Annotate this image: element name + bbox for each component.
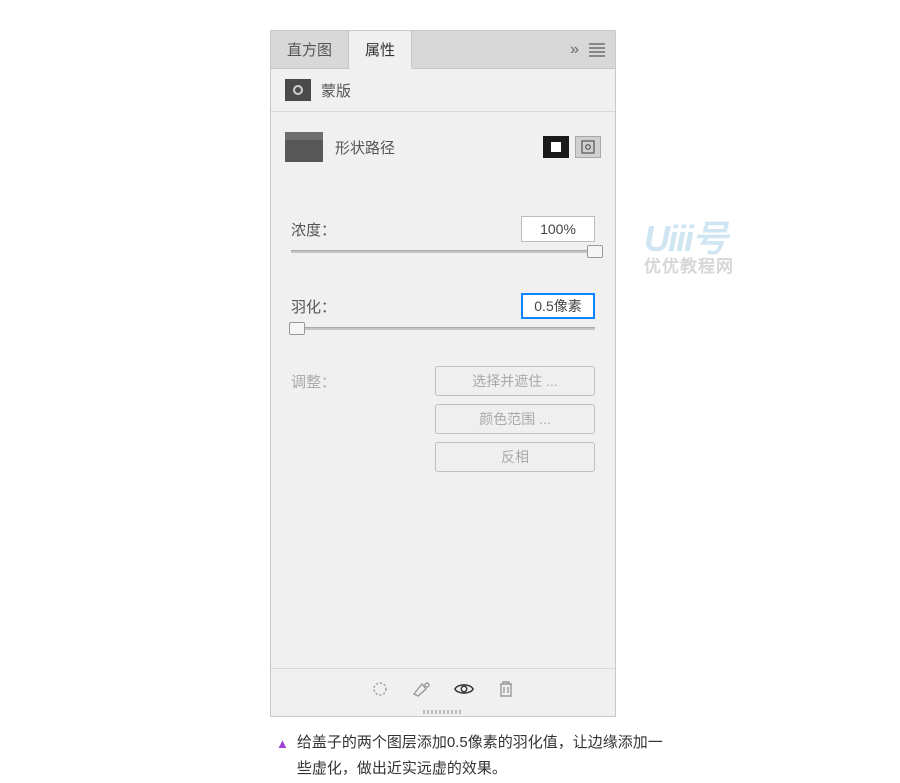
vector-mask-button[interactable] [575, 136, 601, 158]
apply-mask-icon[interactable] [412, 679, 432, 699]
tab-bar: 直方图 属性 » [271, 31, 615, 69]
color-range-button[interactable]: 颜色范围 ... [435, 404, 595, 434]
select-and-mask-button[interactable]: 选择并遮住 ... [435, 366, 595, 396]
shape-path-row: 形状路径 [271, 112, 615, 186]
caption: ▲ 给盖子的两个图层添加0.5像素的羽化值，让边缘添加一些虚化，做出近实远虚的效… [276, 730, 676, 781]
trash-icon[interactable] [496, 679, 516, 699]
pixel-mask-button[interactable] [543, 136, 569, 158]
feather-slider-thumb[interactable] [289, 322, 305, 335]
tab-histogram[interactable]: 直方图 [271, 31, 349, 68]
panel-menu-icon[interactable] [589, 43, 605, 57]
feather-slider[interactable] [291, 327, 595, 330]
tab-properties[interactable]: 属性 [349, 31, 412, 69]
caption-marker-icon: ▲ [276, 733, 289, 755]
watermark-subtitle: 优优教程网 [644, 252, 734, 277]
panel-resize-grip[interactable] [271, 708, 615, 716]
mask-chip-icon [285, 79, 311, 101]
density-slider-thumb[interactable] [587, 245, 603, 258]
density-slider[interactable] [291, 250, 595, 253]
collapse-icon[interactable]: » [570, 41, 579, 59]
density-input[interactable]: 100% [521, 216, 595, 242]
adjust-row: 调整： 选择并遮住 ... 颜色范围 ... 反相 [271, 366, 615, 472]
density-row: 浓度： 100% [271, 216, 615, 242]
density-label: 浓度： [291, 219, 361, 240]
feather-label: 羽化： [291, 296, 361, 317]
invert-button[interactable]: 反相 [435, 442, 595, 472]
visibility-eye-icon[interactable] [454, 679, 474, 699]
panel-footer [271, 668, 615, 708]
adjust-label: 调整： [291, 366, 361, 392]
shape-path-label: 形状路径 [335, 137, 531, 158]
shape-thumb-icon [285, 132, 323, 162]
properties-panel: 直方图 属性 » 蒙版 形状路径 浓度： 100% 羽化： 0.5像素 [270, 30, 616, 717]
caption-text: 给盖子的两个图层添加0.5像素的羽化值，让边缘添加一些虚化，做出近实远虚的效果。 [297, 730, 676, 781]
mask-label: 蒙版 [321, 80, 351, 101]
selection-load-icon[interactable] [370, 679, 390, 699]
mask-section-header: 蒙版 [271, 69, 615, 112]
feather-row: 羽化： 0.5像素 [271, 293, 615, 319]
feather-input[interactable]: 0.5像素 [521, 293, 595, 319]
